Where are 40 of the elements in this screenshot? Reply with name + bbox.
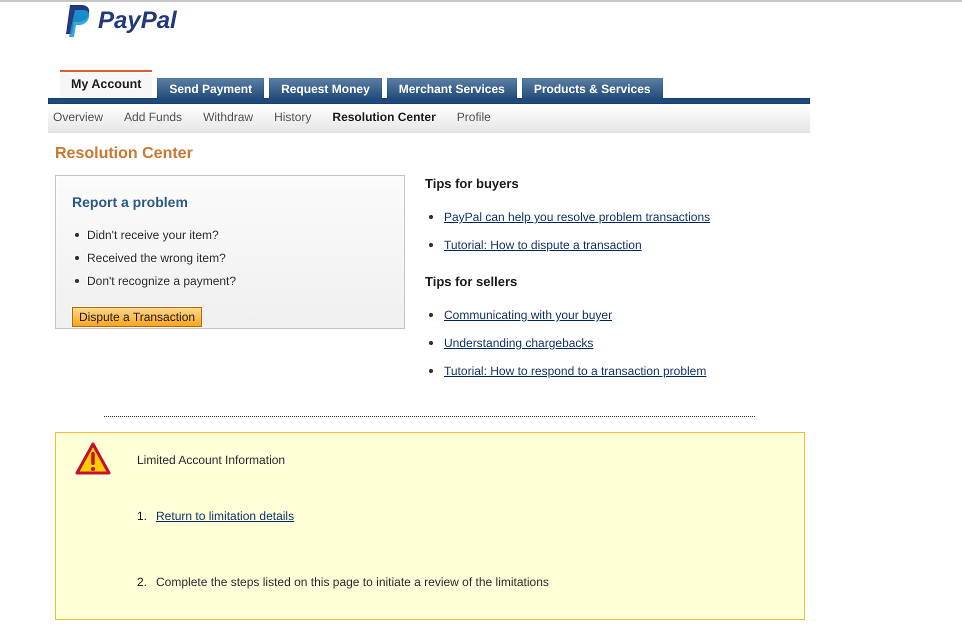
step-text: Complete the steps listed on this page to initiate a review of the limitations: [156, 575, 549, 589]
tip-link[interactable]: Tutorial: How to dispute a transaction: [444, 238, 642, 252]
bullet-icon: [75, 256, 79, 260]
subnav-link[interactable]: Overview: [53, 110, 104, 124]
bullet-icon: [429, 215, 433, 219]
subnav-link[interactable]: Withdraw: [203, 110, 254, 124]
section-title: Tips for sellers: [425, 274, 518, 289]
notice-title: Limited Account Information: [137, 453, 286, 467]
bullet-icon: [429, 313, 433, 317]
tip-link[interactable]: PayPal can help you resolve problem transactions: [444, 210, 710, 224]
paypal-logo[interactable]: PayPal: [98, 7, 177, 35]
list-item: Received the wrong item?: [87, 251, 226, 265]
bullet-icon: [429, 341, 433, 345]
subnav-link[interactable]: Profile: [456, 110, 491, 124]
step-number: 1.: [137, 509, 148, 523]
nav-tab[interactable]: Request Money: [269, 78, 382, 98]
nav-tab[interactable]: Merchant Services: [386, 78, 517, 98]
warning-icon: [75, 442, 111, 476]
bullet-icon: [75, 279, 79, 283]
subnav-link[interactable]: Resolution Center: [332, 110, 436, 124]
step-number: 2.: [137, 575, 148, 589]
tip-link[interactable]: Tutorial: How to respond to a transaction problem: [444, 364, 706, 378]
bullet-icon: [429, 243, 433, 247]
panel-title: Report a problem: [72, 194, 189, 210]
bullet-icon: [429, 369, 433, 373]
tip-link[interactable]: Communicating with your buyer: [444, 308, 612, 322]
page-title: Resolution Center: [55, 145, 194, 163]
limitation-link[interactable]: Return to limitation details: [156, 509, 294, 523]
dispute-button[interactable]: Dispute a Transaction: [72, 307, 202, 327]
list-item: Didn't receive your item?: [87, 228, 219, 242]
bullet-icon: [75, 233, 79, 237]
subnav-link[interactable]: History: [274, 110, 312, 124]
section-title: Tips for buyers: [425, 176, 520, 191]
list-item: Don't recognize a payment?: [87, 274, 236, 288]
nav-tab[interactable]: Products & Services: [522, 78, 663, 98]
tip-link[interactable]: Understanding chargebacks: [444, 336, 594, 350]
nav-tab[interactable]: Send Payment: [157, 78, 264, 98]
paypal-logo-icon: [66, 5, 92, 37]
nav-tab[interactable]: My Account: [60, 70, 152, 98]
subnav-link[interactable]: Add Funds: [124, 110, 182, 124]
